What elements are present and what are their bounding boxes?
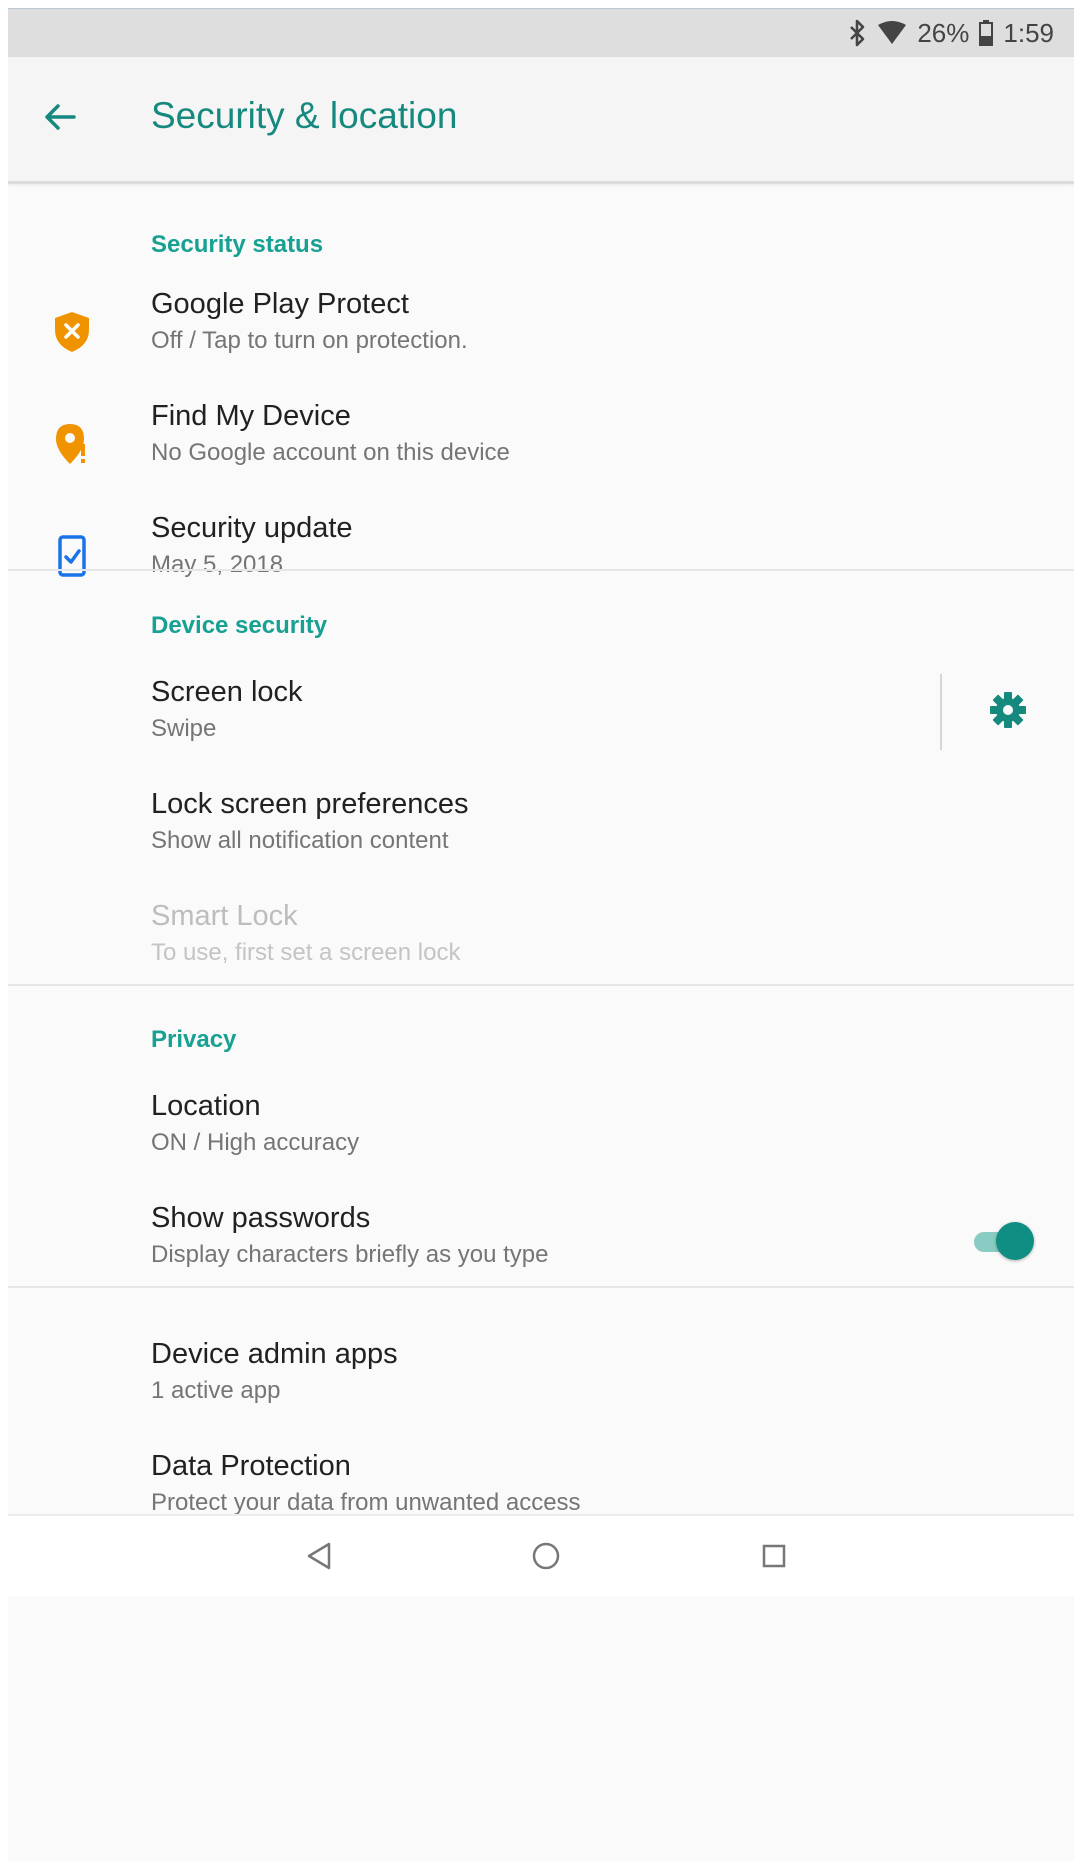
pref-summary: Protect your data from unwanted access <box>151 1489 581 1516</box>
wifi-icon <box>877 21 907 45</box>
back-triangle-icon <box>305 1541 333 1576</box>
pref-smart-lock: Smart Lock To use, first set a screen lo… <box>8 886 1074 998</box>
pref-summary: Off / Tap to turn on protection. <box>151 327 468 354</box>
arrow-back-icon <box>44 103 76 136</box>
section-divider <box>8 984 1074 986</box>
gear-icon <box>988 690 1028 735</box>
pref-location[interactable]: Location ON / High accuracy <box>8 1076 1074 1188</box>
status-icons: 26% 1:59 <box>849 9 1054 57</box>
pref-summary: May 5, 2018 <box>151 551 284 578</box>
pref-security-update[interactable]: Security update May 5, 2018 <box>8 498 1074 610</box>
vertical-separator <box>940 674 942 750</box>
pref-google-play-protect[interactable]: Google Play Protect Off / Tap to turn on… <box>8 274 1074 386</box>
pref-title: Location <box>151 1090 261 1122</box>
pref-screen-lock[interactable]: Screen lock Swipe <box>8 662 1074 774</box>
pref-summary: Swipe <box>151 715 217 742</box>
pref-title: Google Play Protect <box>151 288 409 320</box>
section-header-privacy: Privacy <box>151 1026 237 1053</box>
app-bar: Security & location <box>8 57 1074 184</box>
bluetooth-icon <box>849 19 867 47</box>
pref-summary: Display characters briefly as you type <box>151 1241 549 1268</box>
pref-title: Data Protection <box>151 1450 351 1482</box>
pref-title: Security update <box>151 512 353 544</box>
pref-summary: 1 active app <box>151 1377 281 1404</box>
battery-icon <box>979 20 994 46</box>
pref-summary: No Google account on this device <box>151 439 510 466</box>
section-divider <box>8 569 1074 571</box>
section-header-security-status: Security status <box>151 231 324 258</box>
clock: 1:59 <box>1003 17 1054 48</box>
back-button[interactable] <box>28 87 92 151</box>
pref-title: Smart Lock <box>151 900 298 932</box>
section-divider <box>8 1286 1074 1288</box>
screen: 26% 1:59 Security & location Security st… <box>8 8 1074 1861</box>
pref-find-my-device[interactable]: Find My Device No Google account on this… <box>8 386 1074 498</box>
pref-lock-screen-preferences[interactable]: Lock screen preferences Show all notific… <box>8 774 1074 886</box>
pref-summary: To use, first set a screen lock <box>151 939 461 966</box>
status-bar: 26% 1:59 <box>8 9 1074 57</box>
recents-square-icon <box>760 1542 788 1575</box>
nav-home-button[interactable] <box>522 1534 570 1582</box>
pref-title: Find My Device <box>151 400 351 432</box>
battery-text: 26% <box>917 17 970 48</box>
pref-title: Lock screen preferences <box>151 788 469 820</box>
nav-back-button[interactable] <box>295 1534 343 1582</box>
phone-check-icon <box>44 528 100 584</box>
shield-warning-icon <box>44 304 100 360</box>
home-circle-icon <box>531 1541 561 1576</box>
pref-title: Device admin apps <box>151 1338 398 1370</box>
pref-summary: ON / High accuracy <box>151 1129 360 1156</box>
pref-device-admin-apps[interactable]: Device admin apps 1 active app <box>8 1324 1074 1436</box>
screen-lock-settings-button[interactable] <box>980 684 1036 740</box>
show-passwords-toggle[interactable] <box>970 1218 1034 1262</box>
pref-title: Show passwords <box>151 1202 371 1234</box>
page-title: Security & location <box>151 95 458 136</box>
pref-summary: Show all notification content <box>151 827 449 854</box>
pref-show-passwords[interactable]: Show passwords Display characters briefl… <box>8 1188 1074 1300</box>
toggle-thumb <box>996 1222 1034 1260</box>
section-header-device-security: Device security <box>151 612 328 639</box>
pref-title: Screen lock <box>151 676 303 708</box>
navigation-bar <box>8 1514 1074 1596</box>
nav-recents-button[interactable] <box>750 1534 798 1582</box>
location-warning-icon <box>44 416 100 472</box>
